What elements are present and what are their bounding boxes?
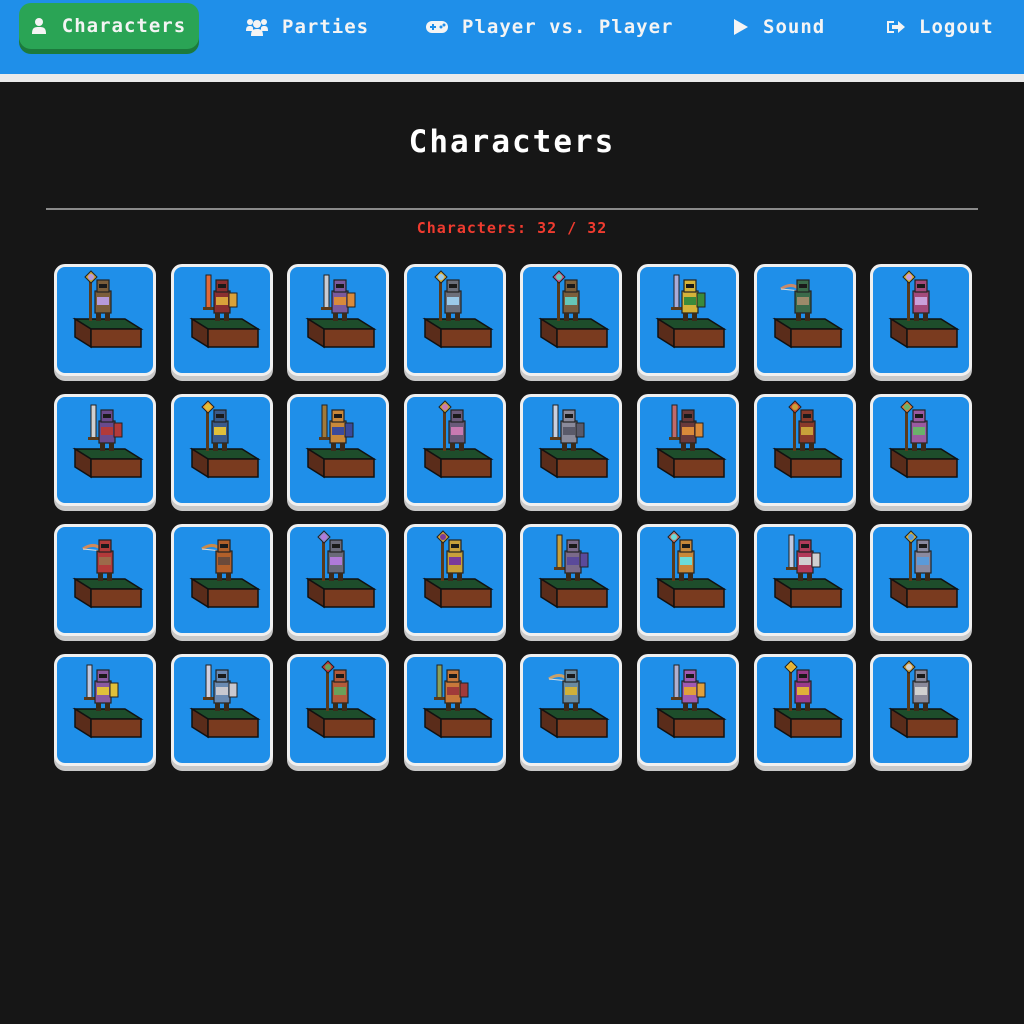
user-icon <box>31 18 46 34</box>
character-card[interactable] <box>170 524 273 636</box>
character-card[interactable] <box>54 264 156 376</box>
character-count: Characters: 32 / 32 <box>416 219 608 237</box>
nav-characters-label: Characters <box>61 15 187 37</box>
nav-pvp-label: Player vs. Player <box>462 16 674 38</box>
character-sprite-icon <box>771 279 844 349</box>
character-card[interactable] <box>520 394 623 506</box>
character-sprite-icon <box>188 400 261 479</box>
character-sprite-icon <box>771 534 844 609</box>
character-sprite-icon <box>538 270 610 349</box>
character-sprite-icon <box>888 530 960 609</box>
character-card[interactable] <box>170 264 273 376</box>
character-sprite-icon <box>422 400 494 479</box>
character-sprite-icon <box>538 669 610 739</box>
character-sprite-icon <box>422 530 494 609</box>
character-sprite-icon <box>72 404 144 479</box>
character-card[interactable] <box>403 524 506 636</box>
nav-parties-label: Parties <box>282 16 370 38</box>
character-sprite-icon <box>188 274 261 349</box>
character-sprite-icon <box>72 539 144 609</box>
character-card[interactable] <box>636 394 739 506</box>
character-sprite-icon <box>771 400 844 479</box>
character-card[interactable] <box>870 394 973 506</box>
nav-logout-label: Logout <box>919 16 994 38</box>
character-sprite-icon <box>538 404 610 479</box>
nav-pvp-button[interactable]: Player vs. Player <box>426 0 673 54</box>
nav-sound-label: Sound <box>763 16 826 38</box>
character-sprite-icon <box>188 539 261 609</box>
character-sprite-icon <box>655 530 727 609</box>
character-card[interactable] <box>287 524 390 636</box>
character-sprite-icon <box>888 400 960 479</box>
gamepad-icon <box>426 21 448 33</box>
character-card[interactable] <box>520 524 623 636</box>
users-group-icon <box>246 19 268 36</box>
character-sprite-icon <box>655 274 727 349</box>
character-card[interactable] <box>636 654 739 766</box>
character-sprite-icon <box>538 534 610 609</box>
play-icon <box>734 19 748 35</box>
character-card[interactable] <box>54 654 156 766</box>
character-card[interactable] <box>636 524 739 636</box>
character-card[interactable] <box>170 654 273 766</box>
nav-characters-button[interactable]: Characters <box>19 3 199 49</box>
character-sprite-icon <box>305 274 377 349</box>
page-title: Characters <box>408 124 616 160</box>
character-card[interactable] <box>287 394 390 506</box>
character-card[interactable] <box>753 524 856 636</box>
character-sprite-icon <box>422 270 494 349</box>
character-sprite-icon <box>888 660 960 739</box>
navbar-bottom-rule <box>0 74 1024 82</box>
top-navbar: Characters Parties Player vs. Player Sou… <box>0 0 1024 74</box>
character-card[interactable] <box>54 524 156 636</box>
character-sprite-icon <box>305 660 377 739</box>
character-card[interactable] <box>403 654 506 766</box>
character-sprite-icon <box>771 660 844 739</box>
character-sprite-icon <box>305 404 377 479</box>
nav-logout-button[interactable]: Logout <box>887 0 994 54</box>
character-sprite-icon <box>188 664 261 739</box>
character-card[interactable] <box>636 264 739 376</box>
character-card[interactable] <box>870 654 973 766</box>
sign-out-icon <box>887 21 905 33</box>
character-sprite-icon <box>422 664 494 739</box>
title-divider <box>46 208 978 210</box>
character-sprite-icon <box>305 530 377 609</box>
character-card[interactable] <box>520 264 623 376</box>
character-card[interactable] <box>753 264 856 376</box>
character-card[interactable] <box>870 524 973 636</box>
character-card[interactable] <box>520 654 623 766</box>
nav-sound-button[interactable]: Sound <box>733 0 825 54</box>
character-card[interactable] <box>753 654 856 766</box>
character-sprite-icon <box>72 664 144 739</box>
character-card[interactable] <box>870 264 973 376</box>
character-card[interactable] <box>403 394 506 506</box>
character-sprite-icon <box>72 270 144 349</box>
character-card[interactable] <box>54 394 156 506</box>
character-card[interactable] <box>403 264 506 376</box>
character-grid <box>54 264 973 766</box>
character-card[interactable] <box>287 264 390 376</box>
character-sprite-icon <box>655 404 727 479</box>
character-sprite-icon <box>655 664 727 739</box>
nav-parties-button[interactable]: Parties <box>246 0 369 54</box>
character-sprite-icon <box>888 270 960 349</box>
character-card[interactable] <box>753 394 856 506</box>
character-card[interactable] <box>170 394 273 506</box>
character-card[interactable] <box>287 654 390 766</box>
